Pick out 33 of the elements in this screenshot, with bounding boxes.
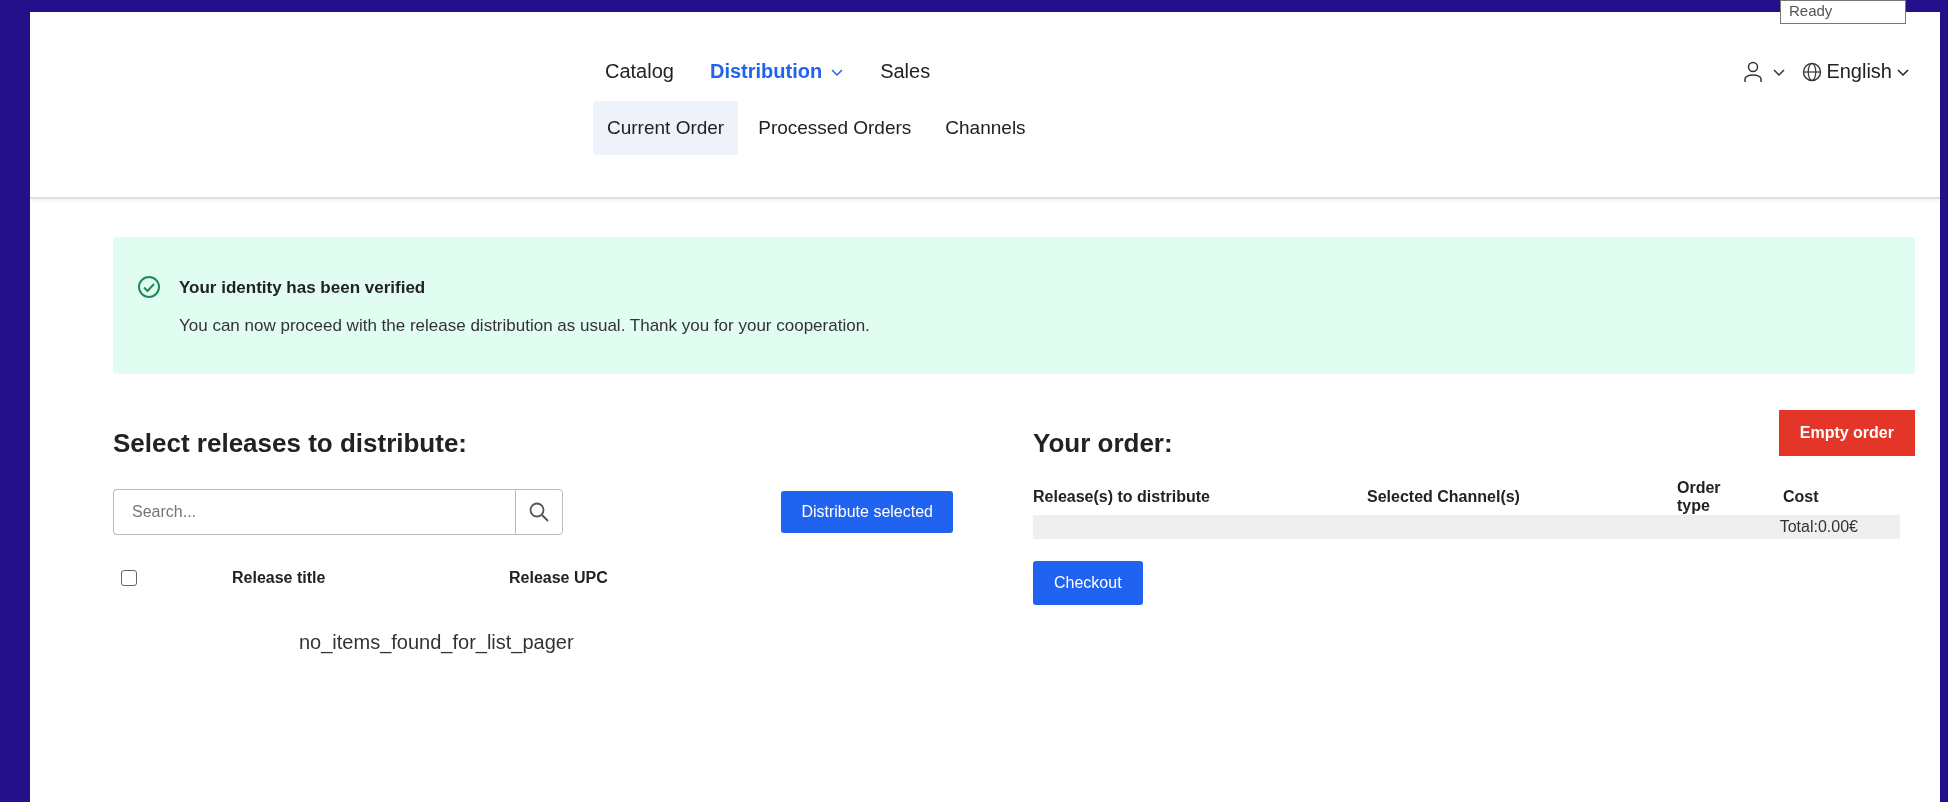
select-all-checkbox[interactable]: [121, 570, 137, 586]
column-header: Release title: [232, 569, 327, 587]
language-selector[interactable]: English: [1802, 60, 1910, 83]
total-text: Total:0.00€: [1779, 518, 1858, 536]
alert-title: Your identity has been verified: [179, 278, 427, 298]
search-button[interactable]: [515, 489, 563, 535]
empty-order-button[interactable]: Empty order: [1778, 410, 1915, 456]
chevron-down-icon: [1772, 67, 1787, 77]
empty-message: no_items_found_for_list_pager: [299, 631, 575, 654]
user-menu-button[interactable]: [1742, 60, 1787, 84]
search-field[interactable]: Search...: [113, 489, 515, 535]
column-header: Release UPC: [509, 569, 608, 587]
nav-tab[interactable]: Distribution: [697, 56, 857, 87]
column-header: Selected Channel(s): [1367, 488, 1521, 506]
alert-message: You can now proceed with the release distribution as usual. Thank you for your cooperation.: [179, 316, 870, 336]
chevron-down-icon: [1896, 66, 1910, 77]
column-header: Order type: [1677, 479, 1722, 515]
search-icon: [528, 501, 550, 523]
nav-tab[interactable]: Sales: [868, 56, 943, 87]
globe-icon: [1802, 61, 1823, 82]
check-circle-icon: [137, 275, 161, 299]
user-icon: [1742, 60, 1765, 84]
section-heading: Your order:: [1033, 428, 1173, 459]
nav-tab[interactable]: Catalog: [593, 56, 686, 87]
column-header: Release(s) to distribute: [1033, 488, 1211, 506]
distribute-selected-button[interactable]: Distribute selected: [781, 491, 953, 533]
checkout-button[interactable]: Checkout: [1033, 561, 1143, 605]
subnav-tab[interactable]: Current Order: [593, 101, 739, 155]
subnav-tab[interactable]: Channels: [931, 101, 1040, 155]
section-heading: Select releases to distribute:: [113, 428, 469, 459]
column-header: Cost: [1783, 488, 1819, 506]
subnav-tab[interactable]: Processed Orders: [744, 101, 926, 155]
status-tooltip: Ready: [1780, 0, 1906, 24]
